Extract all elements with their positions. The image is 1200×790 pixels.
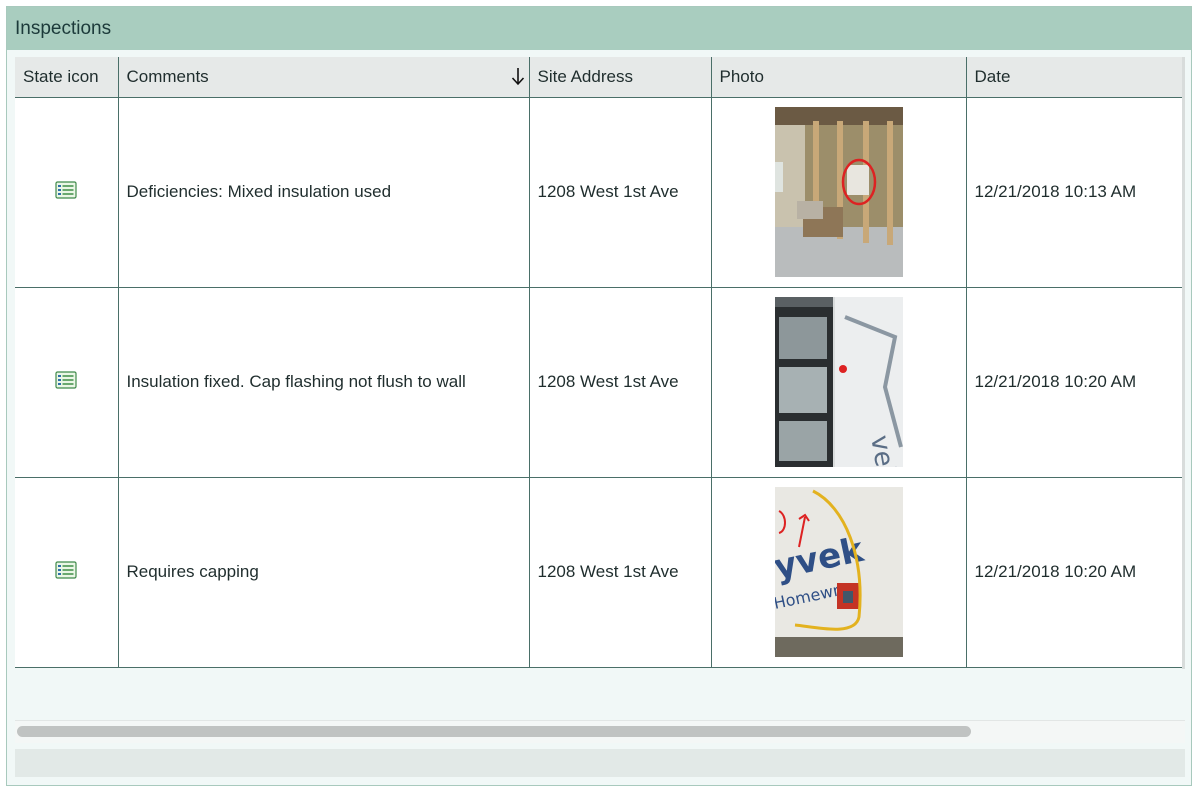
table-row[interactable]: Requires capping 1208 West 1st Ave yvek … bbox=[15, 477, 1182, 668]
form-icon[interactable] bbox=[55, 180, 77, 199]
date-cell: 12/21/2018 10:20 AM bbox=[965, 287, 1182, 478]
column-label: Site Address bbox=[537, 66, 633, 86]
form-icon[interactable] bbox=[55, 370, 77, 389]
state-icon-cell bbox=[15, 97, 118, 288]
comments-cell: Insulation fixed. Cap flashing not flush… bbox=[117, 287, 529, 478]
column-header-date[interactable]: Date bbox=[965, 57, 1182, 98]
table-row[interactable]: Insulation fixed. Cap flashing not flush… bbox=[15, 287, 1182, 478]
photo-cell: vek bbox=[710, 287, 966, 478]
state-icon-cell bbox=[15, 287, 118, 478]
tyvek-wire-photo[interactable]: yvek Homewrap bbox=[774, 487, 903, 657]
vertical-scrollbar-edge[interactable] bbox=[1182, 57, 1185, 669]
date-cell: 12/21/2018 10:13 AM bbox=[965, 97, 1182, 288]
column-label: Photo bbox=[719, 66, 764, 86]
inspections-table: State icon Comments Site Address Photo D… bbox=[15, 57, 1182, 668]
date-cell: 12/21/2018 10:20 AM bbox=[965, 477, 1182, 668]
inspections-panel: Inspections State icon Comments Site Add… bbox=[6, 6, 1192, 786]
site-address-cell: 1208 West 1st Ave bbox=[528, 97, 711, 288]
sort-down-arrow-icon[interactable] bbox=[511, 65, 525, 87]
column-header-site-address[interactable]: Site Address bbox=[528, 57, 711, 98]
panel-title: Inspections bbox=[7, 7, 1191, 50]
photo-cell bbox=[710, 97, 966, 288]
site-address-cell: 1208 West 1st Ave bbox=[528, 477, 711, 668]
column-header-comments[interactable]: Comments bbox=[117, 57, 529, 98]
state-icon-cell bbox=[15, 477, 118, 668]
comments-cell: Deficiencies: Mixed insulation used bbox=[117, 97, 529, 288]
column-label: Date bbox=[974, 66, 1011, 86]
window-wrap-photo[interactable]: vek bbox=[774, 297, 903, 467]
header-row: State icon Comments Site Address Photo D… bbox=[15, 57, 1182, 98]
column-label: Comments bbox=[126, 66, 209, 86]
column-label: State icon bbox=[23, 66, 99, 86]
site-address-cell: 1208 West 1st Ave bbox=[528, 287, 711, 478]
column-header-state-icon[interactable]: State icon bbox=[15, 57, 118, 98]
interior-framing-photo[interactable] bbox=[774, 107, 903, 277]
comments-cell: Requires capping bbox=[117, 477, 529, 668]
status-bar bbox=[15, 749, 1185, 777]
form-icon[interactable] bbox=[55, 560, 77, 579]
horizontal-scrollbar[interactable] bbox=[15, 720, 1185, 743]
column-header-photo[interactable]: Photo bbox=[710, 57, 966, 98]
photo-cell: yvek Homewrap bbox=[710, 477, 966, 668]
horizontal-scrollbar-thumb[interactable] bbox=[17, 726, 971, 737]
table-row[interactable]: Deficiencies: Mixed insulation used 1208… bbox=[15, 97, 1182, 288]
